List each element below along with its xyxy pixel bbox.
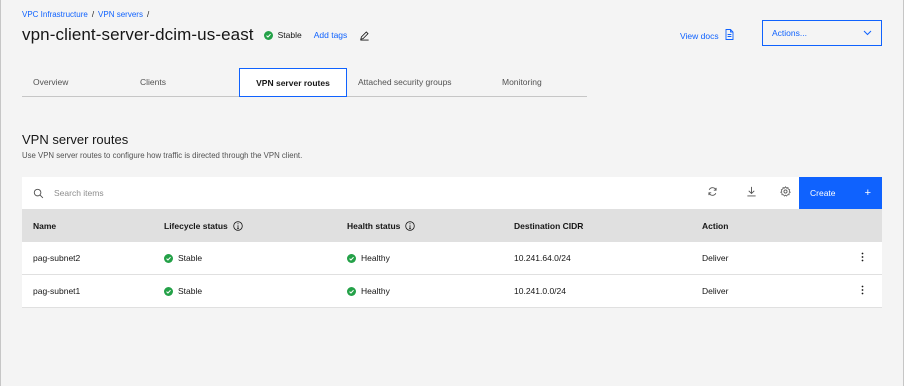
create-button[interactable]: Create + [799, 177, 882, 209]
edit-icon[interactable] [359, 30, 370, 41]
cell-health-status: Healthy [347, 253, 514, 263]
info-icon[interactable] [233, 220, 243, 231]
settings-button[interactable] [771, 177, 799, 209]
table-toolbar: Create + [22, 177, 882, 209]
plus-icon: + [864, 187, 871, 199]
page-title: vpn-client-server-dcim-us-east [22, 25, 254, 44]
checkmark-icon [347, 253, 356, 263]
cell-name: pag-subnet1 [33, 286, 81, 296]
create-label: Create [810, 188, 836, 198]
checkmark-icon [164, 286, 173, 296]
cell-destination-cidr: 10.241.64.0/24 [514, 253, 571, 263]
breadcrumb-separator: / [146, 10, 150, 19]
overflow-menu-button[interactable] [842, 285, 882, 297]
column-header-destination-cidr[interactable]: Destination CIDR [514, 221, 702, 231]
checkmark-icon [347, 286, 356, 296]
breadcrumb: VPC Infrastructure / VPN servers / [22, 10, 149, 19]
table-row[interactable]: pag-subnet2 Stable Healthy 10.241.64.0/2… [22, 242, 882, 275]
breadcrumb-vpn-servers[interactable]: VPN servers [98, 10, 143, 19]
tab-bar: Overview Clients VPN server routes Attac… [22, 68, 587, 97]
tab-monitoring[interactable]: Monitoring [491, 68, 587, 97]
breadcrumb-separator: / [91, 10, 95, 19]
table-row[interactable]: pag-subnet1 Stable Healthy 10.241.0.0/24… [22, 275, 882, 308]
health-status-text: Healthy [361, 286, 390, 296]
section-title: VPN server routes [22, 132, 129, 147]
tab-overview[interactable]: Overview [22, 68, 129, 97]
column-header-health-status[interactable]: Health status [347, 221, 514, 231]
section-description: Use VPN server routes to configure how t… [22, 151, 303, 160]
search-input[interactable] [54, 188, 614, 198]
add-tags-link[interactable]: Add tags [314, 30, 348, 40]
view-docs-label: View docs [680, 30, 719, 41]
info-icon[interactable] [405, 220, 416, 231]
actions-label: Actions... [772, 28, 807, 38]
cell-lifecycle-status: Stable [164, 253, 347, 263]
overflow-menu-icon [861, 285, 864, 297]
download-button[interactable] [737, 177, 765, 209]
title-row: vpn-client-server-dcim-us-east Stable Ad… [22, 24, 370, 46]
cell-health-status: Healthy [347, 286, 514, 296]
cell-lifecycle-status: Stable [164, 286, 347, 296]
download-icon [746, 184, 757, 202]
checkmark-icon [263, 30, 273, 40]
gear-icon [779, 184, 791, 202]
tab-vpn-server-routes[interactable]: VPN server routes [239, 68, 347, 97]
checkmark-icon [164, 253, 173, 263]
column-header-name[interactable]: Name [22, 221, 164, 231]
column-header-lifecycle-status[interactable]: Lifecycle status [164, 221, 347, 231]
actions-dropdown[interactable]: Actions... [762, 20, 882, 46]
refresh-icon [707, 184, 718, 202]
column-header-label: Lifecycle status [164, 220, 228, 231]
lifecycle-status-text: Stable [178, 286, 203, 296]
overflow-menu-button[interactable] [842, 252, 882, 264]
lifecycle-status-text: Stable [178, 253, 203, 263]
refresh-button[interactable] [698, 177, 726, 209]
cell-action: Deliver [702, 253, 729, 263]
cell-destination-cidr: 10.241.0.0/24 [514, 286, 566, 296]
cell-name: pag-subnet2 [33, 253, 81, 263]
status-text: Stable [277, 30, 302, 40]
health-status-text: Healthy [361, 253, 390, 263]
column-header-label: Health status [347, 220, 401, 231]
tab-attached-security-groups[interactable]: Attached security groups [347, 68, 491, 97]
overflow-menu-icon [861, 252, 864, 264]
tab-clients[interactable]: Clients [129, 68, 239, 97]
cell-action: Deliver [702, 286, 729, 296]
routes-table: Name Lifecycle status Health status Dest… [22, 209, 882, 308]
chevron-down-icon [863, 28, 872, 38]
table-header-row: Name Lifecycle status Health status Dest… [22, 209, 882, 242]
search-icon [33, 188, 44, 199]
column-header-action[interactable]: Action [702, 221, 842, 231]
breadcrumb-vpc-infrastructure[interactable]: VPC Infrastructure [22, 10, 88, 19]
status-badge: Stable [263, 30, 302, 40]
view-docs-link[interactable]: View docs [680, 29, 734, 42]
document-icon [725, 29, 734, 42]
